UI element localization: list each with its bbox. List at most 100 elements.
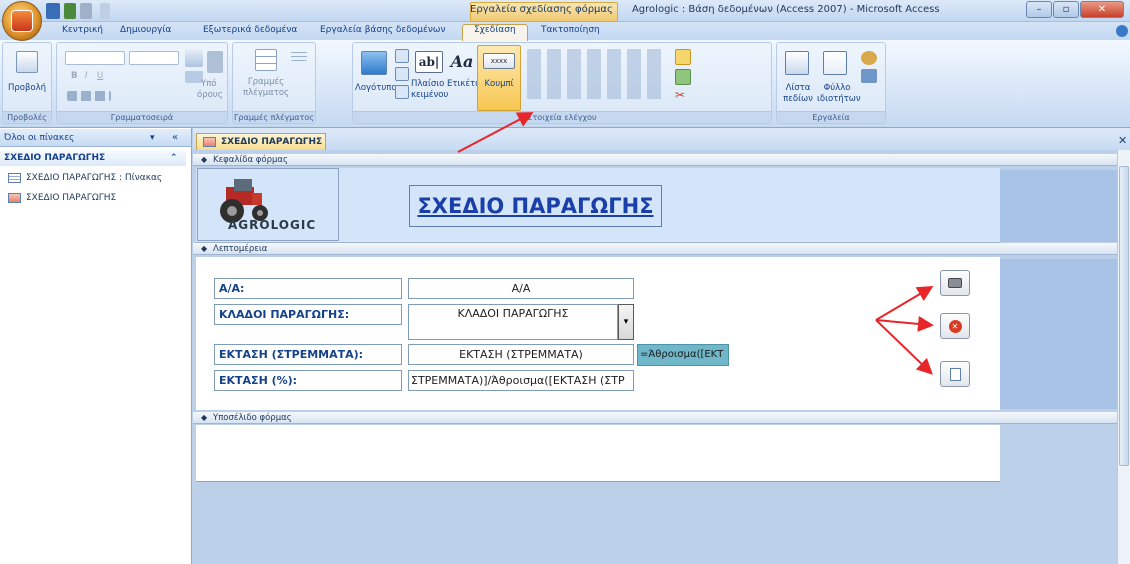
nav-group-title: ΣΧΕΔΙΟ ΠΑΡΑΓΩΓΗΣ	[4, 153, 106, 163]
field-list-label-2[interactable]: πεδίων	[779, 94, 817, 104]
close-x-icon: ✕	[948, 319, 962, 333]
textbox-aa[interactable]: Α/Α	[408, 278, 634, 299]
under-conditions-label-2[interactable]: όρους	[197, 90, 223, 100]
label-area-stremmata[interactable]: ΕΚΤΑΣΗ (ΣΤΡΕΜΜΑΤΑ):	[214, 344, 402, 365]
property-sheet-label-2[interactable]: ιδιοτήτων	[817, 94, 861, 104]
section-marker-icon: ◆	[201, 244, 208, 253]
close-document-icon[interactable]: ✕	[1118, 134, 1127, 147]
under-conditions-label-1[interactable]: Υπό	[201, 79, 217, 89]
form-icon	[8, 193, 21, 203]
logo-button-label[interactable]: Λογότυπο	[355, 83, 397, 93]
office-button[interactable]	[2, 1, 42, 41]
scrollbar-thumb[interactable]	[1119, 166, 1129, 466]
header-outside-area	[1000, 170, 1117, 242]
vertical-scrollbar[interactable]	[1117, 150, 1130, 564]
tab-create[interactable]: Δημιουργία	[120, 22, 171, 40]
conditional-format-icon[interactable]	[207, 51, 223, 73]
textbox-label-1[interactable]: Πλαίσιο	[411, 79, 444, 89]
gridlines-icon[interactable]	[255, 49, 277, 71]
ribbon-group-tools: Λίστα πεδίων Φύλλο ιδιοτήτων Εργαλεία	[776, 42, 886, 124]
button-control-label[interactable]: Κουμπί	[479, 79, 519, 89]
group-label-controls: Στοιχεία ελέγχου	[353, 111, 771, 123]
view-button-label[interactable]: Προβολή	[3, 83, 51, 93]
label-aa[interactable]: Α/Α:	[214, 278, 402, 299]
sum-textbox[interactable]: =Άθροισμα([ΕΚΤ	[637, 344, 729, 366]
report-button[interactable]	[940, 361, 970, 387]
line-style-icon[interactable]	[291, 51, 307, 61]
save-icon[interactable]	[46, 3, 60, 19]
close-window-button[interactable]: ✕	[1080, 1, 1124, 18]
tab-arrange[interactable]: Τακτοποίηση	[541, 22, 600, 40]
title-icon[interactable]	[395, 49, 409, 63]
qat-dropdown-icon[interactable]	[100, 3, 110, 19]
nav-dropdown-icon[interactable]: ▾	[150, 129, 155, 147]
code-icon[interactable]	[861, 51, 877, 65]
underline-icon[interactable]: U	[97, 71, 103, 81]
group-label-tools: Εργαλεία	[777, 111, 885, 123]
help-icon[interactable]	[1116, 25, 1128, 37]
textbox-area-stremmata[interactable]: ΕΚΤΑΣΗ (ΣΤΡΕΜΜΑΤΑ)	[408, 344, 634, 365]
textbox-icon[interactable]: ab|	[415, 51, 443, 73]
printer-icon	[948, 278, 962, 288]
label-area-percent[interactable]: ΕΚΤΑΣΗ (%):	[214, 370, 402, 391]
print-button[interactable]	[940, 270, 970, 296]
font-size-combo[interactable]	[129, 51, 179, 65]
nav-item-form[interactable]: ΣΧΕΔΙΟ ΠΑΡΑΓΩΓΗΣ	[0, 190, 190, 206]
section-bar-header[interactable]: ◆ Κεφαλίδα φόρμας	[193, 154, 1117, 166]
macro-icon[interactable]	[861, 69, 877, 83]
combobox-dropdown-icon[interactable]: ▾	[618, 304, 634, 340]
wizard-icon[interactable]	[675, 69, 691, 85]
bold-icon[interactable]: B	[71, 71, 77, 81]
page-number-icon[interactable]	[395, 67, 409, 81]
textbox-area-percent[interactable]: ΣΤΡΕΜΜΑΤΑ)]/Άθροισμα([ΕΚΤΑΣΗ (ΣΤΡ	[408, 370, 634, 391]
tab-database-tools[interactable]: Εργαλεία βάσης δεδομένων	[320, 22, 445, 40]
label-icon[interactable]: Aa	[449, 51, 475, 73]
redo-icon[interactable]	[80, 3, 92, 19]
ribbon-group-controls: Λογότυπο ab| Πλαίσιο κειμένου Aa Ετικέτα…	[352, 42, 772, 124]
section-bar-detail[interactable]: ◆ Λεπτομέρεια	[193, 243, 1117, 255]
logo-icon[interactable]	[361, 51, 387, 75]
tab-design[interactable]: Σχεδίαση	[474, 22, 516, 40]
undo-icon[interactable]	[64, 3, 76, 19]
controls-gallery[interactable]	[527, 49, 667, 99]
report-icon	[949, 367, 961, 381]
view-icon[interactable]	[16, 51, 38, 73]
document-tab-label: ΣΧΕΔΙΟ ΠΑΡΑΓΩΓΗΣ	[221, 137, 323, 147]
font-name-combo[interactable]	[65, 51, 125, 65]
section-bar-footer[interactable]: ◆ Υποσέλιδο φόρμας	[193, 412, 1117, 424]
nav-group-header[interactable]: ΣΧΕΔΙΟ ΠΑΡΑΓΩΓΗΣ ⌃	[0, 150, 186, 166]
section-footer-label: Υποσέλιδο φόρμας	[213, 413, 292, 423]
ribbon-group-gridlines: Γραμμές πλέγματος Γραμμές πλέγματος	[232, 42, 316, 124]
property-sheet-icon[interactable]	[823, 51, 847, 75]
nav-item-table[interactable]: ΣΧΕΔΙΟ ΠΑΡΑΓΩΓΗΣ : Πίνακας	[0, 170, 190, 186]
textbox-label-2[interactable]: κειμένου	[411, 90, 448, 100]
field-list-label-1[interactable]: Λίστα	[779, 83, 817, 93]
font-color-icon[interactable]	[185, 49, 203, 67]
date-time-icon[interactable]	[395, 85, 409, 99]
tab-external-data[interactable]: Εξωτερικά δεδομένα	[203, 22, 297, 40]
minimize-button[interactable]: –	[1026, 1, 1052, 18]
align-icons[interactable]	[67, 91, 111, 101]
document-tab[interactable]: ΣΧΕΔΙΟ ΠΑΡΑΓΩΓΗΣ	[196, 133, 326, 150]
nav-group-collapse-icon[interactable]: ⌃	[170, 150, 178, 166]
nav-collapse-icon[interactable]: «	[172, 129, 178, 147]
label-branches[interactable]: ΚΛΑΔΟΙ ΠΑΡΑΓΩΓΗΣ:	[214, 304, 402, 325]
maximize-button[interactable]: ▫	[1053, 1, 1079, 18]
field-list-icon[interactable]	[785, 51, 809, 75]
form-title[interactable]: ΣΧΕΔΙΟ ΠΑΡΑΓΩΓΗΣ	[409, 185, 662, 227]
document-tab-strip	[193, 128, 1130, 150]
select-icon[interactable]	[675, 49, 691, 65]
tab-home[interactable]: Κεντρική	[62, 22, 103, 40]
section-marker-icon: ◆	[201, 155, 208, 164]
ribbon-group-font: B I U Υπό όρους Γραμματοσειρά	[56, 42, 228, 124]
combobox-branches[interactable]: ΚΛΑΔΟΙ ΠΑΡΑΓΩΓΗΣ	[408, 304, 618, 340]
gridlines-label-1[interactable]: Γραμμές	[239, 77, 293, 87]
button-control-icon[interactable]: xxxx	[483, 53, 515, 69]
property-sheet-label-1[interactable]: Φύλλο	[817, 83, 857, 93]
nav-pane-header[interactable]: Όλοι οι πίνακες ▾ «	[0, 129, 191, 147]
label-button-label[interactable]: Ετικέτα	[447, 79, 481, 89]
gridlines-label-2[interactable]: πλέγματος	[239, 88, 293, 98]
italic-icon[interactable]: I	[85, 71, 88, 81]
activex-icon[interactable]: ✂	[675, 89, 691, 101]
close-form-button[interactable]: ✕	[940, 313, 970, 339]
